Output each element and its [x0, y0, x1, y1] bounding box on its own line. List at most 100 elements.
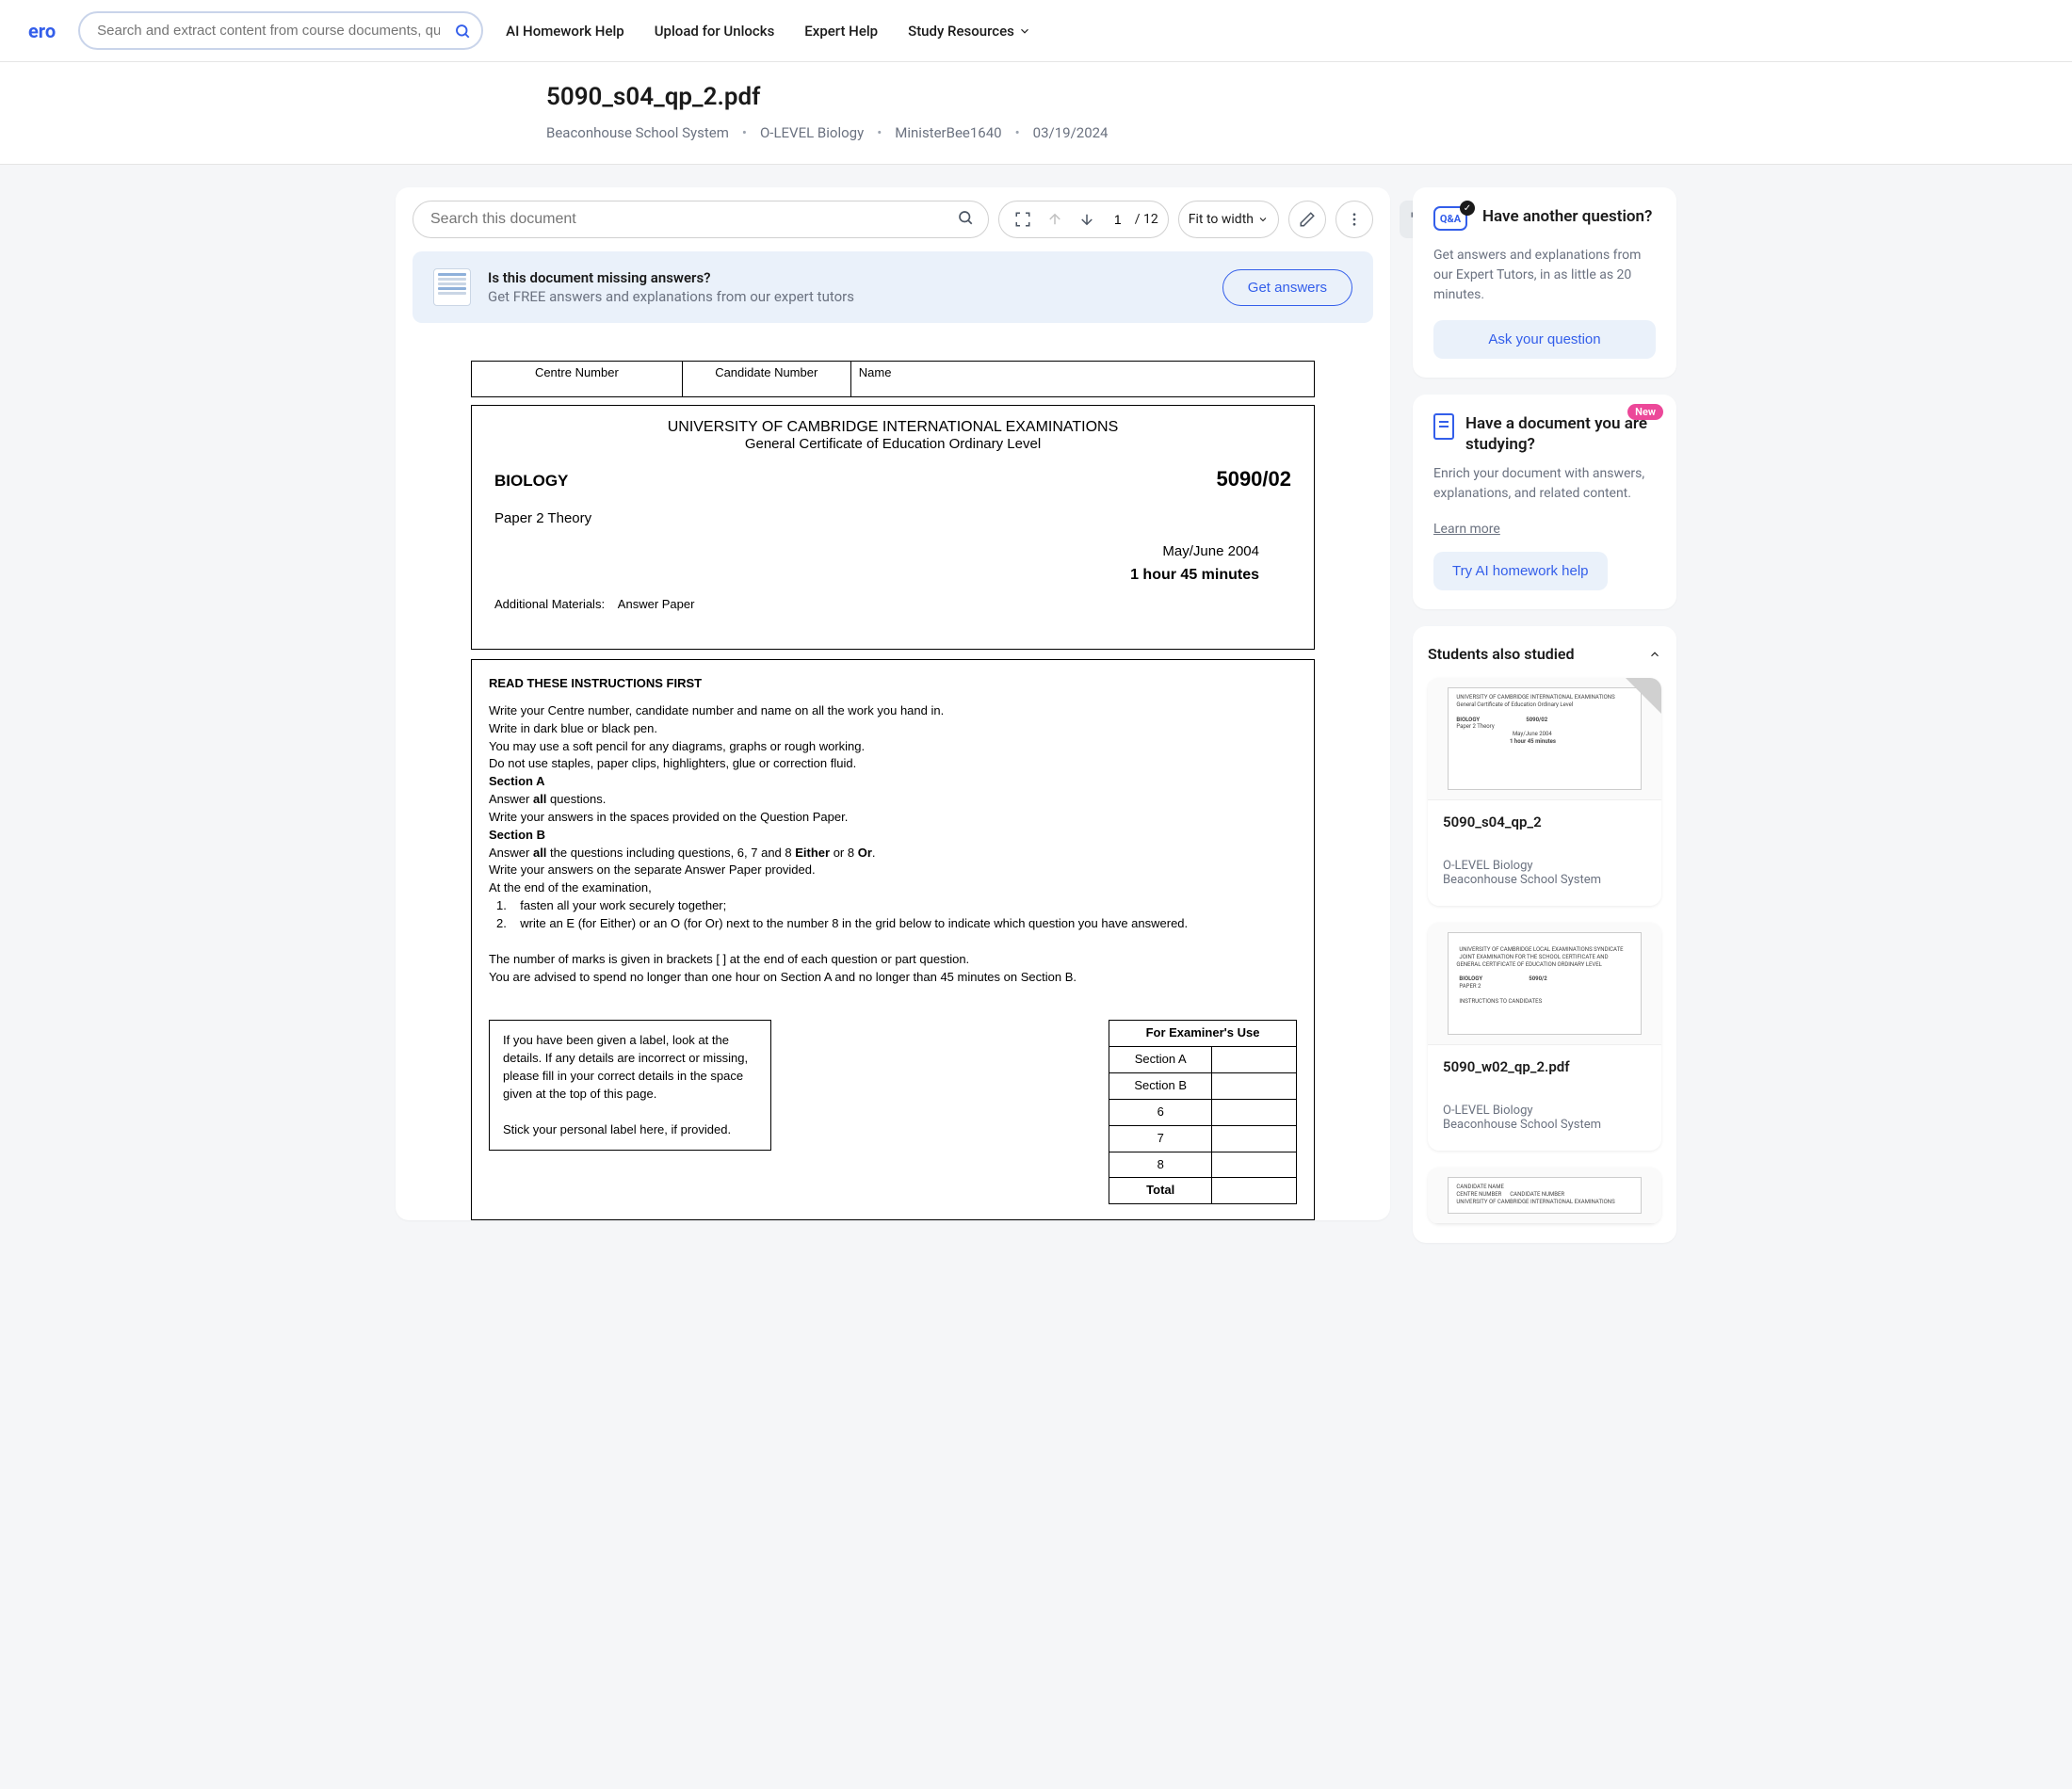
table-row: 7 — [1109, 1125, 1297, 1152]
header-name: Name — [850, 362, 1314, 397]
arrow-down-icon — [1078, 211, 1095, 228]
next-page-button[interactable] — [1073, 205, 1101, 234]
exam-inst-line: Answer all the questions including quest… — [489, 845, 1297, 862]
fullscreen-icon — [1014, 211, 1031, 228]
document-icon — [433, 268, 471, 306]
exam-instructions-title: READ THESE INSTRUCTIONS FIRST — [489, 675, 1297, 693]
exam-label-box: If you have been given a label, look at … — [489, 1020, 771, 1151]
learn-more-link[interactable]: Learn more — [1433, 522, 1500, 537]
exam-inst-line: Do not use staples, paper clips, highlig… — [489, 755, 1297, 773]
exam-certificate: General Certificate of Education Ordinar… — [489, 436, 1297, 452]
exam-inst-line: The number of marks is given in brackets… — [489, 951, 1297, 969]
document-toolbar: / 12 Fit to width — [396, 187, 1390, 251]
doc-thumbnail: CANDIDATE NAMECENTRE NUMBER CANDIDATE NU… — [1428, 1168, 1661, 1224]
exam-materials-value: Answer Paper — [618, 597, 695, 611]
chevron-down-icon — [1018, 24, 1031, 38]
marks-q8: 8 — [1109, 1152, 1212, 1178]
exam-inst-line: Write your answers on the separate Answe… — [489, 862, 1297, 879]
more-options-button[interactable] — [1335, 201, 1373, 238]
promo-banner: Is this document missing answers? Get FR… — [413, 251, 1373, 323]
nav-ai-homework[interactable]: AI Homework Help — [506, 23, 624, 40]
qa-icon: Q&A ✓ — [1433, 206, 1471, 236]
exam-section-b: Section B — [489, 827, 1297, 845]
breadcrumb-separator: • — [742, 124, 747, 141]
document-title: 5090_s04_qp_2.pdf — [546, 83, 1535, 111]
nav-links: AI Homework Help Upload for Unlocks Expe… — [506, 23, 1031, 40]
nav-upload[interactable]: Upload for Unlocks — [655, 23, 775, 40]
breadcrumb-uploader[interactable]: MinisterBee1640 — [895, 124, 1001, 141]
exam-bottom-row: If you have been given a label, look at … — [489, 1020, 1297, 1204]
exam-code: 5090/02 — [1216, 467, 1291, 492]
exam-materials: Additional Materials: Answer Paper — [489, 597, 1297, 611]
get-answers-button[interactable]: Get answers — [1222, 269, 1352, 306]
table-row: Centre Number Candidate Number Name — [472, 362, 1315, 397]
exam-materials-label: Additional Materials: — [494, 597, 605, 611]
table-row: 8 — [1109, 1152, 1297, 1178]
table-row: For Examiner's Use — [1109, 1021, 1297, 1047]
exam-inst-line: You may use a soft pencil for any diagra… — [489, 738, 1297, 756]
related-doc-card[interactable]: UNIVERSITY OF CAMBRIDGE LOCAL EXAMINATIO… — [1428, 923, 1661, 1151]
kebab-icon — [1346, 211, 1363, 228]
document-search-input[interactable] — [413, 201, 989, 238]
chevron-down-icon — [1257, 214, 1269, 225]
document-panel: / 12 Fit to width — [396, 187, 1390, 1220]
table-row: 6 — [1109, 1099, 1297, 1125]
nav-study-resources[interactable]: Study Resources — [908, 23, 1031, 40]
related-doc-school: Beaconhouse School System — [1443, 873, 1646, 887]
sidebar: Q&A ✓ Have another question? Get answers… — [1413, 187, 1676, 1260]
header-centre-number: Centre Number — [472, 362, 683, 397]
exam-marks-wrapper: For Examiner's Use Section A Section B 6… — [1109, 1020, 1297, 1204]
related-doc-card[interactable]: UNIVERSITY OF CAMBRIDGE INTERNATIONAL EX… — [1428, 678, 1661, 906]
breadcrumb-date: 03/19/2024 — [1033, 124, 1109, 141]
title-bar: 5090_s04_qp_2.pdf Beaconhouse School Sys… — [0, 62, 2072, 165]
chevron-up-icon — [1648, 648, 1661, 661]
marks-q6: 6 — [1109, 1099, 1212, 1125]
fullscreen-button[interactable] — [1009, 205, 1037, 234]
breadcrumb-course[interactable]: O-LEVEL Biology — [760, 124, 864, 141]
search-icon[interactable] — [449, 18, 476, 44]
table-row: Section B — [1109, 1073, 1297, 1100]
exam-label-text: If you have been given a label, look at … — [503, 1032, 757, 1103]
marks-sec-a: Section A — [1109, 1047, 1212, 1073]
related-doc-course: O-LEVEL Biology — [1443, 1104, 1646, 1118]
promo-text: Is this document missing answers? Get FR… — [488, 269, 1206, 305]
main-layout: / 12 Fit to width — [377, 187, 1695, 1260]
new-badge: New — [1627, 404, 1663, 420]
exam-date: May/June 2004 — [489, 543, 1297, 559]
top-header: ero AI Homework Help Upload for Unlocks … — [0, 0, 2072, 62]
nav-expert-help[interactable]: Expert Help — [804, 23, 878, 40]
logo[interactable]: ero — [28, 20, 56, 42]
exam-inst-numbered: 2. write an E (for Either) or an O (for … — [489, 915, 1297, 933]
check-icon: ✓ — [1460, 201, 1475, 216]
exam-section-a: Section A — [489, 773, 1297, 791]
prev-page-button[interactable] — [1041, 205, 1069, 234]
exam-marks-table: For Examiner's Use Section A Section B 6… — [1109, 1020, 1297, 1204]
search-icon[interactable] — [957, 209, 974, 230]
try-ai-homework-button[interactable]: Try AI homework help — [1433, 552, 1608, 590]
table-row: Total — [1109, 1178, 1297, 1204]
page-nav-group: / 12 — [998, 201, 1169, 238]
also-studied-header[interactable]: Students also studied — [1428, 645, 1661, 663]
exam-inst-line: Write your answers in the spaces provide… — [489, 809, 1297, 827]
breadcrumb-school[interactable]: Beaconhouse School System — [546, 124, 729, 141]
exam-inst-line: You are advised to spend no longer than … — [489, 969, 1297, 987]
related-doc-name: 5090_s04_qp_2 — [1443, 814, 1646, 830]
also-studied-title: Students also studied — [1428, 645, 1575, 663]
global-search-input[interactable] — [78, 11, 483, 50]
exam-paper: Paper 2 Theory — [489, 510, 1297, 526]
exam-inst-line: Write in dark blue or black pen. — [489, 720, 1297, 738]
zoom-group: Fit to width — [1178, 201, 1279, 238]
arrow-up-icon — [1046, 211, 1063, 228]
ask-question-button[interactable]: Ask your question — [1433, 320, 1656, 359]
exam-inst-line: Write your Centre number, candidate numb… — [489, 702, 1297, 720]
exam-instructions-box: READ THESE INSTRUCTIONS FIRST Write your… — [471, 659, 1315, 1220]
zoom-dropdown[interactable]: Fit to width — [1189, 212, 1269, 227]
related-doc-school: Beaconhouse School System — [1443, 1118, 1646, 1132]
exam-inst-numbered: 1. fasten all your work securely togethe… — [489, 897, 1297, 915]
exam-title-box: UNIVERSITY OF CAMBRIDGE INTERNATIONAL EX… — [471, 405, 1315, 650]
related-doc-card[interactable]: CANDIDATE NAMECENTRE NUMBER CANDIDATE NU… — [1428, 1168, 1661, 1224]
document-icon — [1433, 413, 1454, 440]
annotate-button[interactable] — [1288, 201, 1326, 238]
exam-inst-line: Answer all questions. — [489, 791, 1297, 809]
page-number-input[interactable] — [1105, 212, 1131, 227]
